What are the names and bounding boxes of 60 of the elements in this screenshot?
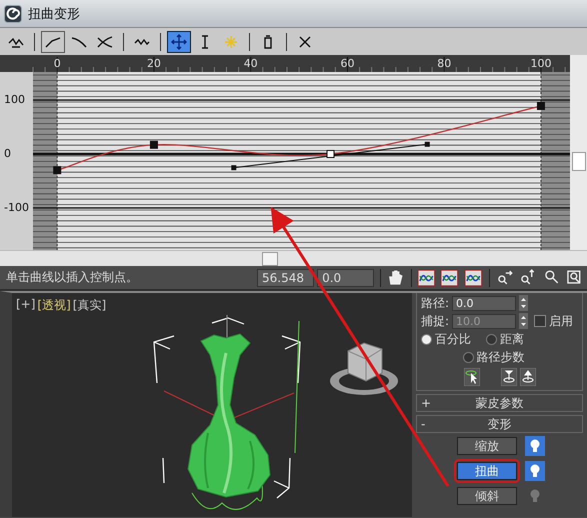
curve-zoom-icon[interactable] xyxy=(440,268,460,288)
horizontal-scrollbar[interactable] xyxy=(0,250,587,266)
deform-button[interactable]: 缩放 xyxy=(457,437,517,455)
number-field[interactable]: 0.0 xyxy=(452,296,516,310)
curve-zoom-icon[interactable] xyxy=(416,268,436,288)
rollout-title[interactable]: 变形 xyxy=(435,416,578,432)
bulb-toggle-icon[interactable] xyxy=(525,436,545,456)
enable-checkbox[interactable] xyxy=(534,315,546,327)
control-point[interactable] xyxy=(53,166,62,174)
window-title: 扭曲变形 xyxy=(28,6,80,22)
toolbar-button[interactable] xyxy=(167,30,191,52)
move-arrows-icon xyxy=(170,32,188,50)
axis-label: 100 xyxy=(4,93,25,106)
viewport-label[interactable]: [+] xyxy=(16,297,36,314)
bulb-toggle-icon[interactable] xyxy=(525,461,545,481)
spinner-icon[interactable] xyxy=(519,313,528,329)
ruler-label: 80 xyxy=(437,57,452,70)
ruler-label: 0 xyxy=(54,57,61,70)
ruler-label: 100 xyxy=(530,57,552,70)
deform-button[interactable]: 倾斜 xyxy=(457,487,517,505)
ruler-label: 20 xyxy=(146,57,161,70)
deform-button[interactable]: 扭曲 xyxy=(457,462,517,480)
previous-shape-button[interactable] xyxy=(500,368,516,386)
radio-button[interactable] xyxy=(421,334,432,344)
ruler-label: 40 xyxy=(244,57,258,70)
pick-path-button[interactable] xyxy=(464,368,480,386)
toolbar-button[interactable] xyxy=(41,30,65,52)
x-value-field[interactable]: 56.548 xyxy=(257,268,314,286)
viewport-label[interactable]: [透视] xyxy=(37,297,71,314)
viewport-label[interactable]: [真实] xyxy=(72,297,106,314)
control-point[interactable] xyxy=(536,102,545,110)
rollout-header[interactable]: - 变形 xyxy=(416,415,583,433)
tangent-handle[interactable] xyxy=(231,142,430,170)
ruler-label: 60 xyxy=(340,57,354,70)
radio-button[interactable] xyxy=(462,352,474,362)
radio-button[interactable] xyxy=(486,334,497,344)
axis-label: -100 xyxy=(4,200,29,214)
field-label: 捕捉: xyxy=(421,312,450,330)
perspective-viewport[interactable]: [+] [透视] [真实] xyxy=(0,291,412,517)
checkbox-label: 启用 xyxy=(549,312,574,330)
rollout-title[interactable]: 蒙皮参数 xyxy=(435,394,578,412)
rollout-toggle[interactable]: - xyxy=(421,417,435,431)
control-point[interactable] xyxy=(150,140,158,149)
rollout-header[interactable]: + 蒙皮参数 xyxy=(416,394,583,412)
radio-label: 距离 xyxy=(500,330,524,348)
vertical-scrollbar[interactable] xyxy=(570,55,587,250)
control-point[interactable] xyxy=(326,150,335,158)
y-value-field[interactable]: 0.0 xyxy=(317,268,374,286)
curve-zoom-icon[interactable] xyxy=(464,268,484,288)
time-ruler[interactable] xyxy=(0,55,570,72)
spinner-icon[interactable] xyxy=(519,295,528,311)
field-label: 路径: xyxy=(421,294,450,312)
axis-label: 0 xyxy=(4,147,11,160)
next-shape-button[interactable] xyxy=(520,368,536,386)
status-prompt: 单击曲线以插入控制点。 xyxy=(6,269,139,286)
rollout-toggle[interactable]: + xyxy=(421,396,435,410)
view-cube-icon[interactable] xyxy=(330,342,398,395)
radio-label: 百分比 xyxy=(435,330,471,348)
app-logo-icon xyxy=(4,4,22,22)
radio-label: 路径步数 xyxy=(476,348,524,366)
